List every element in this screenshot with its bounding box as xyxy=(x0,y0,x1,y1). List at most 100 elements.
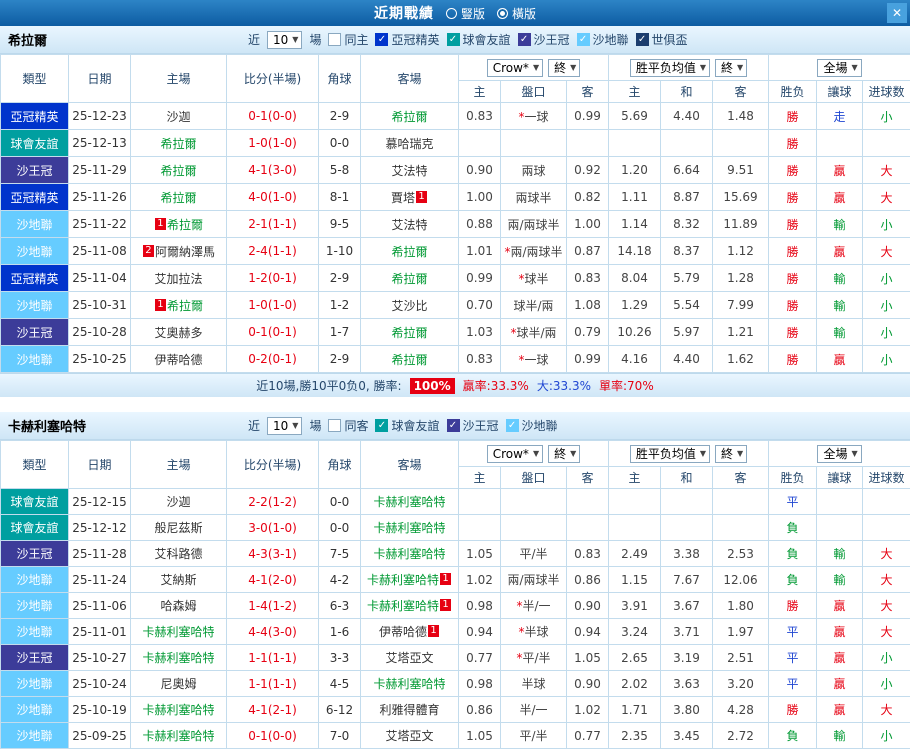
goals-result: 大 xyxy=(863,619,910,645)
competition-badge: 沙地聯 xyxy=(1,238,68,264)
competition-filter[interactable]: ✓世俱盃 xyxy=(636,31,688,48)
layout-radio-horizontal[interactable]: 橫版 xyxy=(497,5,536,22)
match-type-cell: 沙王冠 xyxy=(1,157,69,184)
home-team[interactable]: 卡赫利塞哈特 xyxy=(142,625,214,639)
stats-summary: 近10場,勝10平0负0, 勝率:100%贏率:33.3%大:33.3%單率:7… xyxy=(0,373,910,397)
avg-type-select[interactable]: 胜平负均值▼ xyxy=(630,59,710,77)
column-header: 比分(半場) xyxy=(227,441,319,489)
odds-time-select[interactable]: 終▼ xyxy=(548,445,580,463)
match-result: 勝 xyxy=(769,593,817,619)
avg-time-select[interactable]: 終▼ xyxy=(715,445,747,463)
avg-home: 2.65 xyxy=(609,645,661,671)
home-team[interactable]: 沙迦 xyxy=(166,110,190,124)
score-cell: 1-2(0-1) xyxy=(227,265,319,292)
avg-away: 1.28 xyxy=(713,265,769,292)
away-team[interactable]: 希拉爾 xyxy=(391,110,427,124)
avg-draw xyxy=(661,489,713,515)
away-team[interactable]: 卡赫利塞哈特 xyxy=(373,521,445,535)
away-team-cell: 希拉爾 xyxy=(361,103,459,130)
away-team[interactable]: 伊蒂哈德 xyxy=(379,625,427,639)
competition-filter[interactable]: ✓球會友誼 xyxy=(447,31,511,48)
competition-filter[interactable]: ✓沙王冠 xyxy=(518,31,570,48)
away-team[interactable]: 希拉爾 xyxy=(391,272,427,286)
away-team[interactable]: 慕哈瑞克 xyxy=(385,137,433,151)
home-team[interactable]: 艾納斯 xyxy=(160,573,196,587)
bookmaker-select[interactable]: Crow*▼ xyxy=(487,59,543,77)
handicap-text: 半球 xyxy=(524,625,548,639)
avg-header-selects: 胜平负均值▼ 終▼ xyxy=(609,445,768,463)
home-team[interactable]: 般尼茲斯 xyxy=(154,521,202,535)
competition-filter[interactable]: ✓沙地聯 xyxy=(506,417,558,434)
home-team[interactable]: 希拉爾 xyxy=(160,137,196,151)
match-count-select-value: 10 xyxy=(273,419,288,433)
away-team-cell: 艾塔亞文 xyxy=(361,645,459,671)
chevron-down-icon: ▼ xyxy=(570,61,576,75)
column-header: 角球 xyxy=(319,441,361,489)
competition-filter[interactable]: ✓沙王冠 xyxy=(447,417,499,434)
handicap-cell: *半/一 xyxy=(501,593,567,619)
away-team[interactable]: 卡赫利塞哈特 xyxy=(373,495,445,509)
match-type-cell: 沙王冠 xyxy=(1,645,69,671)
chevron-down-icon: ▼ xyxy=(533,61,539,75)
away-team[interactable]: 卡赫利塞哈特 xyxy=(367,599,439,613)
same-venue-filter[interactable]: 同客 xyxy=(328,417,368,434)
home-team[interactable]: 希拉爾 xyxy=(160,191,196,205)
home-team[interactable]: 卡赫利塞哈特 xyxy=(142,703,214,717)
competition-filter[interactable]: ✓亞冠精英 xyxy=(375,31,439,48)
corner-cell: 1-7 xyxy=(319,319,361,346)
away-team[interactable]: 艾沙比 xyxy=(391,299,427,313)
avg-time-select[interactable]: 終▼ xyxy=(715,59,747,77)
same-venue-filter[interactable]: 同主 xyxy=(328,31,368,48)
bookmaker-select[interactable]: Crow*▼ xyxy=(487,445,543,463)
away-team[interactable]: 卡赫利塞哈特 xyxy=(373,547,445,561)
home-team[interactable]: 哈森姆 xyxy=(160,599,196,613)
home-team[interactable]: 艾加拉法 xyxy=(154,272,202,286)
scope-select[interactable]: 全場▼ xyxy=(817,59,861,77)
handicap-result xyxy=(817,130,863,157)
avg-draw: 3.45 xyxy=(661,723,713,749)
competition-filter[interactable]: ✓沙地聯 xyxy=(577,31,629,48)
home-team[interactable]: 尼奧姆 xyxy=(160,677,196,691)
home-team[interactable]: 艾奧赫多 xyxy=(154,326,202,340)
home-team[interactable]: 卡赫利塞哈特 xyxy=(142,651,214,665)
handicap-text: 一球 xyxy=(524,110,548,124)
home-team[interactable]: 希拉爾 xyxy=(167,299,203,313)
red-card-badge: 1 xyxy=(155,218,166,230)
away-team[interactable]: 卡赫利塞哈特 xyxy=(367,573,439,587)
corner-cell: 0-0 xyxy=(319,130,361,157)
home-team[interactable]: 伊蒂哈德 xyxy=(154,353,202,367)
away-team[interactable]: 賈塔 xyxy=(391,191,415,205)
layout-radio-vertical[interactable]: 豎版 xyxy=(446,5,485,22)
away-team[interactable]: 卡赫利塞哈特 xyxy=(373,677,445,691)
home-team[interactable]: 阿爾納澤馬 xyxy=(155,245,215,259)
team-section-2: 卡赫利塞哈特近10▼場同客✓球會友誼✓沙王冠✓沙地聯類型日期主場比分(半場)角球… xyxy=(0,412,910,749)
away-team[interactable]: 艾法特 xyxy=(391,218,427,232)
home-team[interactable]: 希拉爾 xyxy=(160,164,196,178)
away-team[interactable]: 利雅得體育 xyxy=(379,703,439,717)
away-team[interactable]: 希拉爾 xyxy=(391,353,427,367)
close-icon[interactable]: ✕ xyxy=(887,3,907,23)
avg-home xyxy=(609,489,661,515)
scope-select[interactable]: 全場▼ xyxy=(817,445,861,463)
red-card-badge: 1 xyxy=(155,299,166,311)
avg-type-select[interactable]: 胜平负均值▼ xyxy=(630,445,710,463)
team-name: 卡赫利塞哈特 xyxy=(0,416,248,435)
avg-header-group: 胜平负均值▼ 終▼ xyxy=(609,55,769,81)
goals-result: 小 xyxy=(863,645,910,671)
avg-home: 2.49 xyxy=(609,541,661,567)
home-team[interactable]: 希拉爾 xyxy=(167,218,203,232)
match-count-select[interactable]: 10▼ xyxy=(267,31,302,49)
home-team[interactable]: 艾科路德 xyxy=(154,547,202,561)
odds-time-select[interactable]: 終▼ xyxy=(548,59,580,77)
home-team[interactable]: 沙迦 xyxy=(166,495,190,509)
away-team[interactable]: 艾塔亞文 xyxy=(385,651,433,665)
odds-away: 0.77 xyxy=(567,723,609,749)
competition-filter[interactable]: ✓球會友誼 xyxy=(375,417,439,434)
match-count-select[interactable]: 10▼ xyxy=(267,417,302,435)
away-team[interactable]: 艾法特 xyxy=(391,164,427,178)
away-team[interactable]: 希拉爾 xyxy=(391,326,427,340)
away-team[interactable]: 希拉爾 xyxy=(391,245,427,259)
home-team[interactable]: 卡赫利塞哈特 xyxy=(142,729,214,743)
match-type-cell: 沙地聯 xyxy=(1,567,69,593)
away-team[interactable]: 艾塔亞文 xyxy=(385,729,433,743)
